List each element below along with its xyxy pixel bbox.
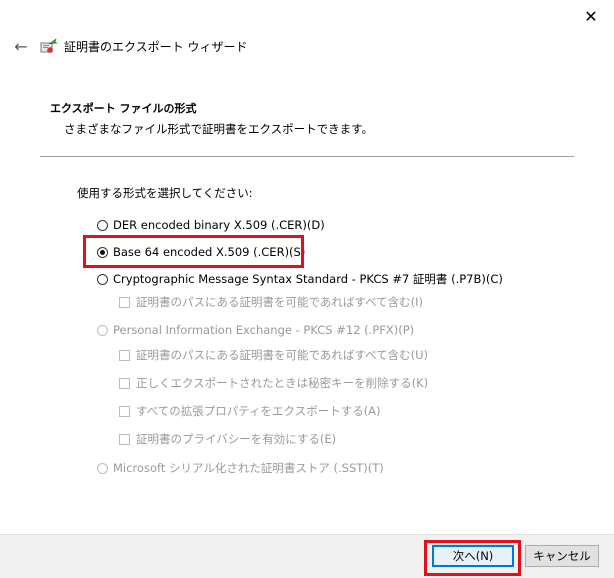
highlight-next-button [424,540,521,576]
radio-pfx: Personal Information Exchange - PKCS #12… [97,323,414,337]
highlight-base64 [83,235,304,268]
header-divider [40,156,574,157]
radio-pkcs7-label[interactable]: Cryptographic Message Syntax Standard - … [113,271,503,287]
checkbox-pfx-include-path-label: 証明書のパスにある証明書を可能であればすべて含む(U) [136,348,429,362]
wizard-title: 証明書のエクスポート ウィザード [64,39,248,54]
radio-sst: Microsoft シリアル化された証明書ストア (.SST)(T) [97,460,384,476]
checkbox-pfx-delete-key: 正しくエクスポートされたときは秘密キーを削除する(K) [119,375,428,391]
radio-der-label[interactable]: DER encoded binary X.509 (.CER)(D) [113,218,325,232]
checkbox-pfx-include-path: 証明書のパスにある証明書を可能であればすべて含む(U) [119,347,428,363]
checkbox-pkcs7-include-path-label: 証明書のパスにある証明書を可能であればすべて含む(I) [136,295,423,309]
radio-der-indicator[interactable] [97,219,108,231]
radio-sst-label: Microsoft シリアル化された証明書ストア (.SST)(T) [113,461,384,475]
checkbox-pfx-export-ext-props-box [119,405,130,417]
checkbox-pfx-export-ext-props-label: すべての拡張プロパティをエクスポートする(A) [136,404,381,418]
checkbox-pkcs7-include-path: 証明書のパスにある証明書を可能であればすべて含む(I) [119,294,423,310]
radio-pfx-label: Personal Information Exchange - PKCS #12… [113,323,415,337]
back-button[interactable]: ← [4,31,38,61]
radio-sst-indicator [97,462,108,474]
cancel-button-label[interactable]: キャンセル [533,548,591,564]
checkbox-pfx-enable-privacy-box [119,433,130,445]
cancel-button[interactable]: キャンセル [525,545,599,567]
checkbox-pkcs7-include-path-box [119,296,130,308]
checkbox-pfx-delete-key-box [119,377,130,389]
format-prompt: 使用する形式を選択してください: [77,186,253,200]
checkbox-pfx-delete-key-label: 正しくエクスポートされたときは秘密キーを削除する(K) [136,376,429,390]
wizard-title-bar: ← 証明書のエクスポート ウィザード [0,28,614,64]
close-icon: ✕ [584,6,598,26]
back-arrow-icon: ← [14,36,28,56]
page-heading: エクスポート ファイルの形式 [50,102,197,115]
certificate-export-wizard-icon [40,37,59,55]
radio-pkcs7-indicator[interactable] [97,273,108,285]
checkbox-pfx-enable-privacy: 証明書のプライバシーを有効にする(E) [119,431,336,447]
radio-der[interactable]: DER encoded binary X.509 (.CER)(D) [97,218,325,232]
wizard-footer: 次へ(N) キャンセル [0,534,614,578]
checkbox-pfx-export-ext-props: すべての拡張プロパティをエクスポートする(A) [119,403,381,419]
radio-pfx-indicator [97,324,108,336]
page-description: さまざまなファイル形式で証明書をエクスポートできます。 [64,122,374,136]
checkbox-pfx-enable-privacy-label: 証明書のプライバシーを有効にする(E) [136,432,337,446]
radio-pkcs7[interactable]: Cryptographic Message Syntax Standard - … [97,271,503,287]
page-header: エクスポート ファイルの形式 さまざまなファイル形式で証明書をエクスポートできま… [50,100,373,137]
checkbox-pfx-include-path-box [119,349,130,361]
